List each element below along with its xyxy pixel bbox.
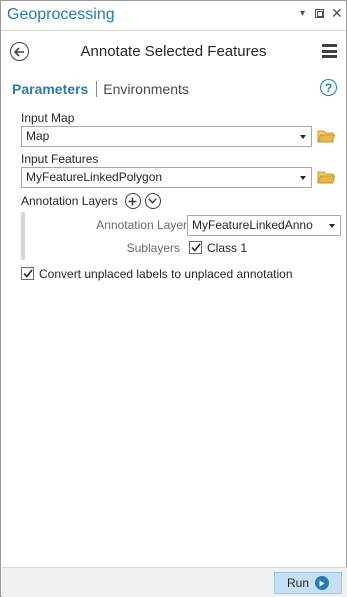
input-features-value: MyFeatureLinkedPolygon bbox=[26, 170, 163, 184]
tab-environments[interactable]: Environments bbox=[103, 81, 189, 97]
annotation-layer-dropdown[interactable]: MyFeatureLinkedAnno bbox=[187, 215, 341, 236]
close-icon[interactable]: ✕ bbox=[331, 6, 343, 20]
folder-icon[interactable] bbox=[317, 170, 335, 185]
help-button[interactable]: ? bbox=[320, 79, 337, 96]
annotation-layer-value: MyFeatureLinkedAnno bbox=[192, 218, 313, 232]
folder-icon[interactable] bbox=[317, 129, 335, 144]
expand-layer-button[interactable] bbox=[144, 193, 161, 209]
tool-header: Annotate Selected Features bbox=[1, 31, 346, 73]
sublayers-label: Sublayers bbox=[126, 241, 180, 255]
dropdown-pin-icon[interactable]: ▾ bbox=[297, 8, 308, 19]
convert-unplaced-label: Convert unplaced labels to unplaced anno… bbox=[39, 267, 293, 281]
input-features-dropdown[interactable]: MyFeatureLinkedPolygon bbox=[21, 167, 312, 188]
pane-title: Geoprocessing bbox=[7, 6, 115, 23]
input-features-label: Input Features bbox=[21, 152, 99, 166]
menu-bar bbox=[322, 55, 337, 58]
run-label: Run bbox=[286, 576, 309, 590]
annotation-layer-group: Annotation Layer MyFeatureLinkedAnno Sub… bbox=[21, 212, 341, 260]
annotation-layers-row: Annotation Layers bbox=[21, 193, 161, 209]
chevron-down-icon bbox=[300, 135, 306, 139]
add-layer-button[interactable] bbox=[124, 193, 141, 209]
annotation-layers-label: Annotation Layers bbox=[21, 194, 118, 208]
menu-bar bbox=[322, 44, 337, 47]
tab-parameters[interactable]: Parameters bbox=[12, 81, 88, 97]
pane-footer: Run bbox=[2, 567, 347, 597]
annotation-layer-label: Annotation Layer bbox=[96, 218, 187, 232]
tab-strip: Parameters Environments bbox=[12, 80, 189, 98]
chevron-down-icon bbox=[148, 198, 157, 204]
play-icon bbox=[315, 576, 329, 590]
tab-divider bbox=[96, 81, 98, 97]
checkmark-icon bbox=[22, 269, 33, 278]
input-map-label: Input Map bbox=[21, 111, 75, 125]
input-map-value: Map bbox=[26, 129, 50, 143]
chevron-down-icon bbox=[329, 224, 335, 228]
restore-icon[interactable] bbox=[315, 9, 324, 18]
tool-title: Annotate Selected Features bbox=[80, 43, 267, 60]
window-controls: ▾ ✕ bbox=[297, 6, 343, 20]
input-map-dropdown[interactable]: Map bbox=[21, 126, 312, 147]
plus-icon bbox=[128, 197, 137, 205]
class-1-label: Class 1 bbox=[207, 241, 248, 255]
menu-button[interactable] bbox=[322, 44, 337, 58]
geoprocessing-pane: Geoprocessing ▾ ✕ Annotate Selected Feat… bbox=[0, 0, 347, 597]
pane-titlebar: Geoprocessing ▾ ✕ bbox=[1, 1, 346, 31]
class-1-checkbox[interactable] bbox=[189, 241, 202, 254]
convert-unplaced-checkbox[interactable] bbox=[21, 267, 34, 280]
run-button[interactable]: Run bbox=[274, 572, 342, 594]
menu-bar bbox=[322, 49, 337, 53]
checkmark-icon bbox=[190, 243, 201, 252]
play-triangle bbox=[319, 580, 325, 586]
chevron-down-icon bbox=[300, 176, 306, 180]
